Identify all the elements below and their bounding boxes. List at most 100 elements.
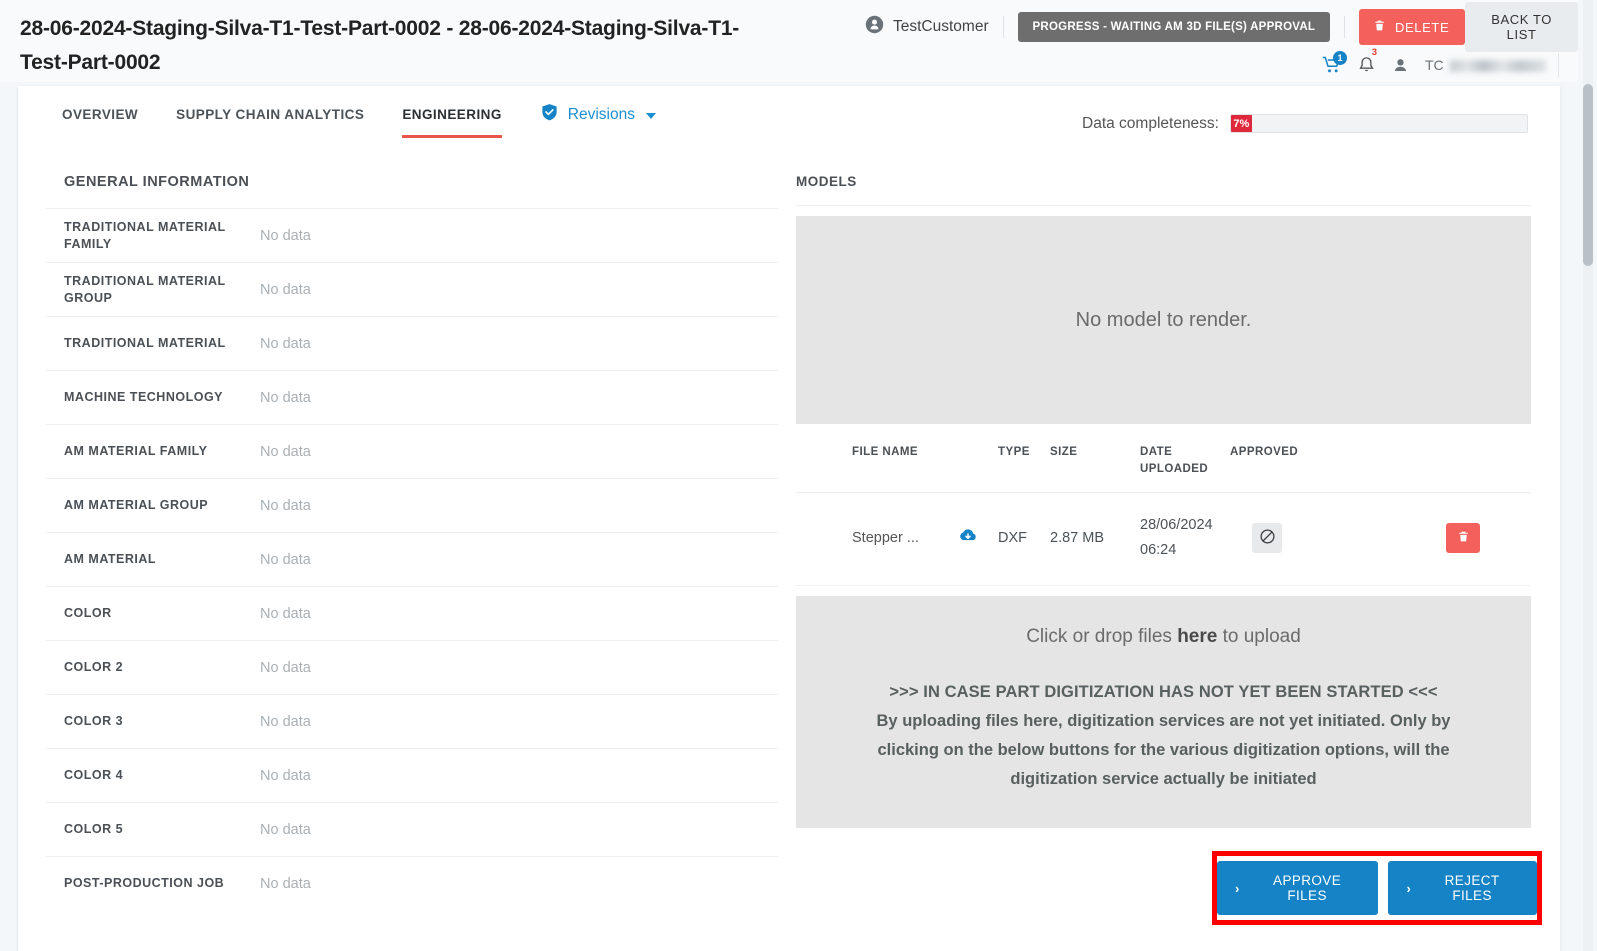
back-to-list-button[interactable]: BACK TO LIST bbox=[1465, 2, 1578, 52]
info-row-value[interactable]: No data bbox=[260, 552, 311, 568]
tab-supply-chain-analytics[interactable]: SUPPLY CHAIN ANALYTICS bbox=[176, 90, 364, 138]
info-row: MACHINE TECHNOLOGY No data bbox=[46, 370, 778, 424]
notifications-button[interactable]: 3 bbox=[1349, 48, 1383, 79]
info-row: AM MATERIAL No data bbox=[46, 532, 778, 586]
data-completeness-value: 7% bbox=[1231, 115, 1252, 132]
file-name: Stepper ... bbox=[852, 530, 919, 546]
drop-zone-warning-line-3: digitization service actually be initiat… bbox=[1010, 770, 1317, 788]
user-initials: TC bbox=[1425, 57, 1444, 73]
reject-files-button[interactable]: › REJECT FILES bbox=[1388, 861, 1537, 915]
info-row-label: COLOR 2 bbox=[64, 660, 124, 674]
chevron-right-icon: › bbox=[1235, 880, 1240, 896]
download-cloud-icon[interactable] bbox=[956, 526, 998, 551]
drop-zone-text-bold: here bbox=[1177, 626, 1218, 647]
info-row-value[interactable]: No data bbox=[260, 606, 311, 622]
data-completeness-label: Data completeness: bbox=[1082, 114, 1219, 132]
info-row-label: AM MATERIAL FAMILY bbox=[64, 444, 208, 458]
cart-button[interactable]: 1 bbox=[1315, 51, 1349, 79]
info-row-value[interactable]: No data bbox=[260, 498, 311, 514]
general-information-panel: GENERAL INFORMATION TRADITIONAL MATERIAL… bbox=[46, 162, 778, 910]
approval-status-button[interactable] bbox=[1252, 523, 1282, 553]
info-row: COLOR 3 No data bbox=[46, 694, 778, 748]
info-row-value[interactable]: No data bbox=[260, 714, 311, 730]
content-card: OVERVIEW SUPPLY CHAIN ANALYTICS ENGINEER… bbox=[18, 86, 1560, 951]
info-row-value[interactable]: No data bbox=[260, 876, 311, 892]
tab-overview[interactable]: OVERVIEW bbox=[62, 90, 138, 138]
info-row-value[interactable]: No data bbox=[260, 228, 311, 244]
trash-icon bbox=[1457, 529, 1470, 547]
models-title: MODELS bbox=[796, 174, 857, 189]
file-date-uploaded: 28/06/2024 06:24 bbox=[1140, 517, 1213, 558]
info-row-value[interactable]: No data bbox=[260, 444, 311, 460]
chevron-right-icon: › bbox=[1406, 880, 1412, 896]
top-header: 28-06-2024-Staging-Silva-T1-Test-Part-00… bbox=[0, 0, 1578, 82]
info-row: COLOR 5 No data bbox=[46, 802, 778, 856]
tab-engineering[interactable]: ENGINEERING bbox=[402, 90, 503, 138]
drop-zone-warning-heading: >>> IN CASE PART DIGITIZATION HAS NOT YE… bbox=[889, 683, 1438, 701]
page-title: 28-06-2024-Staging-Silva-T1-Test-Part-00… bbox=[20, 17, 740, 74]
info-row-label: AM MATERIAL GROUP bbox=[64, 498, 209, 512]
info-row-label: COLOR 3 bbox=[64, 714, 124, 728]
bell-icon bbox=[1358, 57, 1374, 72]
file-size: 2.87 MB bbox=[1050, 530, 1104, 546]
trash-icon bbox=[1373, 18, 1386, 36]
data-completeness: Data completeness: 7% bbox=[1082, 114, 1528, 133]
info-row-label: COLOR 4 bbox=[64, 768, 124, 782]
info-row-value[interactable]: No data bbox=[260, 768, 311, 784]
model-viewer-empty-text: No model to render. bbox=[1075, 308, 1252, 331]
divider bbox=[796, 205, 1531, 206]
delete-button-label: DELETE bbox=[1395, 19, 1450, 35]
info-row: POST-PRODUCTION JOB No data bbox=[46, 856, 778, 910]
info-row-value[interactable]: No data bbox=[260, 822, 311, 838]
info-row-label: TRADITIONAL MATERIAL GROUP bbox=[64, 273, 226, 305]
user-name-redacted bbox=[1449, 60, 1546, 72]
file-table: FILE NAME TYPE SIZE DATE UPLOADED APPROV… bbox=[796, 432, 1531, 586]
tab-revisions-label: Revisions bbox=[567, 105, 635, 123]
info-row-label: COLOR 5 bbox=[64, 822, 124, 836]
drop-zone-warning-line-2: clicking on the below buttons for the va… bbox=[877, 741, 1450, 759]
delete-button[interactable]: DELETE bbox=[1359, 9, 1466, 45]
info-row-value[interactable]: No data bbox=[260, 282, 311, 298]
general-information-title: GENERAL INFORMATION bbox=[64, 174, 250, 190]
shield-check-icon bbox=[540, 102, 559, 127]
info-row: COLOR No data bbox=[46, 586, 778, 640]
column-header-date-uploaded: DATE UPLOADED bbox=[1140, 446, 1209, 475]
info-row: AM MATERIAL FAMILY No data bbox=[46, 424, 778, 478]
delete-file-button[interactable] bbox=[1446, 523, 1480, 553]
data-completeness-track: 7% bbox=[1230, 114, 1528, 133]
info-row-value[interactable]: No data bbox=[260, 390, 311, 406]
info-row: TRADITIONAL MATERIAL FAMILY No data bbox=[46, 208, 778, 262]
column-header-type: TYPE bbox=[998, 446, 1030, 458]
prohibited-circle-slash-icon bbox=[1259, 528, 1276, 548]
model-viewer[interactable]: No model to render. bbox=[796, 216, 1531, 424]
file-type: DXF bbox=[998, 530, 1027, 546]
info-row: COLOR 4 No data bbox=[46, 748, 778, 802]
user-avatar-icon bbox=[1394, 58, 1406, 71]
info-row: COLOR 2 No data bbox=[46, 640, 778, 694]
user-menu-button[interactable] bbox=[1383, 51, 1417, 79]
drop-zone-warning-line-1: By uploading files here, digitization se… bbox=[876, 712, 1451, 730]
info-row: AM MATERIAL GROUP No data bbox=[46, 478, 778, 532]
info-row-value[interactable]: No data bbox=[260, 336, 311, 352]
approve-files-label: APPROVE FILES bbox=[1273, 873, 1342, 903]
drop-zone-text-after: to upload bbox=[1217, 626, 1301, 647]
column-header-file-name: FILE NAME bbox=[852, 446, 919, 458]
tab-revisions[interactable]: Revisions bbox=[540, 85, 656, 143]
info-row-value[interactable]: No data bbox=[260, 660, 311, 676]
status-badge: PROGRESS - WAITING AM 3D FILE(S) APPROVA… bbox=[1017, 12, 1331, 42]
info-row: TRADITIONAL MATERIAL GROUP No data bbox=[46, 262, 778, 316]
models-panel: MODELS No model to render. FILE NAME TYP… bbox=[796, 162, 1531, 828]
divider bbox=[1002, 16, 1004, 38]
cart-count-badge: 1 bbox=[1333, 51, 1347, 65]
info-row: TRADITIONAL MATERIAL No data bbox=[46, 316, 778, 370]
file-drop-zone[interactable]: Click or drop files here to upload >>> I… bbox=[796, 596, 1531, 828]
table-row: Stepper ... DXF 2.87 MB 28/06/2024 06:24 bbox=[796, 493, 1531, 586]
info-row-label: TRADITIONAL MATERIAL bbox=[64, 336, 226, 350]
info-row-label: AM MATERIAL bbox=[64, 552, 157, 566]
divider bbox=[1557, 53, 1559, 77]
approve-files-button[interactable]: › APPROVE FILES bbox=[1217, 861, 1379, 915]
file-table-header: FILE NAME TYPE SIZE DATE UPLOADED APPROV… bbox=[796, 432, 1531, 493]
reject-files-label: REJECT FILES bbox=[1444, 873, 1500, 903]
header-actions: TestCustomer PROGRESS - WAITING AM 3D FI… bbox=[865, 2, 1578, 52]
page-scrollbar-thumb[interactable] bbox=[1583, 84, 1593, 266]
